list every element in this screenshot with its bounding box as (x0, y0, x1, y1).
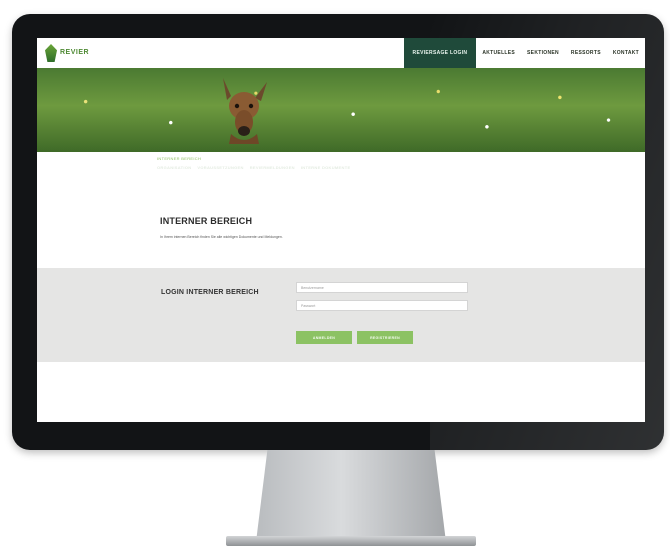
page-bottom-space (37, 362, 645, 422)
browser-screen: REVIER REVIERSAGE LOGIN AKTUELLES SEKTIO… (37, 38, 645, 422)
login-button[interactable]: ANMELDEN (296, 331, 352, 344)
main-nav: REVIERSAGE LOGIN AKTUELLES SEKTIONEN RES… (403, 38, 645, 68)
section-subnav: ORGANISATION VORAUSSETZUNGEN REVIERMELDU… (157, 165, 350, 170)
monitor-stand (256, 450, 446, 542)
hero-image-meadow (37, 68, 645, 152)
register-button[interactable]: REGISTRIEREN (357, 331, 413, 344)
username-field[interactable] (296, 282, 468, 293)
nav-item-aktuelles[interactable]: AKTUELLES (476, 38, 521, 68)
content-section (37, 182, 645, 266)
subnav-item-voraussetzungen[interactable]: VORAUSSETZUNGEN (197, 165, 243, 170)
monitor-stand-base (226, 536, 476, 546)
login-title: LOGIN INTERNER BEREICH (161, 289, 259, 296)
subnav-item-reviermeldungen[interactable]: REVIERMELDUNGEN (250, 165, 295, 170)
page-intro: In Ihrem internen Bereich finden Sie all… (160, 235, 283, 239)
nav-item-sektionen[interactable]: SEKTIONEN (521, 38, 565, 68)
site-header: REVIER REVIERSAGE LOGIN AKTUELLES SEKTIO… (37, 38, 645, 68)
antler-logo-icon (45, 44, 57, 62)
breadcrumb[interactable]: INTERNER BEREICH (157, 156, 201, 161)
logo-text: REVIER (60, 49, 90, 56)
subnav-item-dokumente[interactable]: INTERNE DOKUMENTE (301, 165, 351, 170)
password-field[interactable] (296, 300, 468, 311)
subnav-item-organisation[interactable]: ORGANISATION (157, 165, 191, 170)
roe-deer-image (223, 78, 267, 144)
site-logo[interactable]: REVIER (45, 43, 89, 63)
nav-item-ressorts[interactable]: RESSORTS (565, 38, 607, 68)
nav-item-login[interactable]: REVIERSAGE LOGIN (403, 38, 477, 68)
page-title: INTERNER BEREICH (160, 216, 253, 226)
nav-item-kontakt[interactable]: KONTAKT (607, 38, 645, 68)
